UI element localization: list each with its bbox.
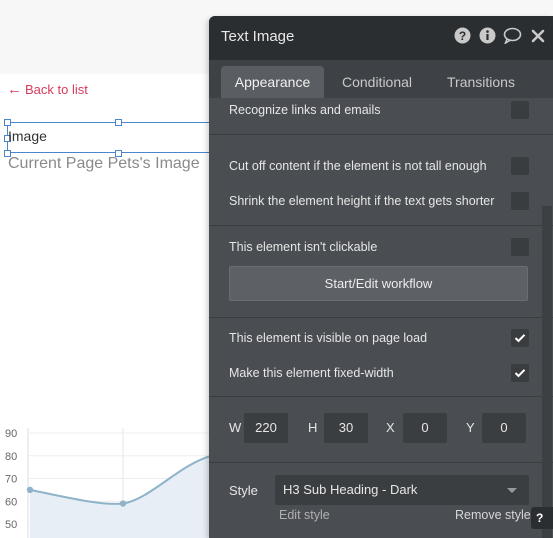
y-label: Y bbox=[466, 420, 475, 435]
option-label: Make this element fixed-width bbox=[229, 366, 394, 380]
x-input[interactable]: 0 bbox=[403, 413, 447, 443]
comment-icon[interactable] bbox=[503, 26, 522, 45]
svg-text:?: ? bbox=[459, 29, 466, 43]
panel-scrollbar[interactable] bbox=[542, 206, 552, 538]
remove-style-link[interactable]: Remove style bbox=[455, 508, 531, 522]
y-tick-label: 50 bbox=[5, 519, 17, 531]
style-selected-value: H3 Sub Heading - Dark bbox=[283, 482, 418, 497]
y-input[interactable]: 0 bbox=[482, 413, 526, 443]
y-tick-label: 70 bbox=[5, 474, 17, 486]
panel-header: Text Image ? bbox=[209, 16, 553, 60]
option-visible-on-load: This element is visible on page load bbox=[229, 328, 529, 348]
option-label: This element isn't clickable bbox=[229, 240, 378, 254]
width-label: W bbox=[229, 420, 242, 435]
option-cut-off: Cut off content if the element is not ta… bbox=[229, 156, 529, 176]
option-label: This element is visible on page load bbox=[229, 331, 428, 345]
edit-style-link[interactable]: Edit style bbox=[279, 508, 330, 522]
option-recognize-links: Recognize links and emails bbox=[229, 100, 529, 120]
panel-tabs: Appearance Conditional Transitions bbox=[209, 60, 553, 98]
not-clickable-checkbox[interactable] bbox=[511, 238, 529, 256]
editor-canvas: ← Back to list Image Current Page Pets's… bbox=[0, 0, 553, 538]
option-shrink: Shrink the element height if the text ge… bbox=[229, 191, 529, 211]
close-icon[interactable] bbox=[528, 26, 547, 45]
dimension-fields: W 220 H 30 X 0 Y 0 bbox=[229, 413, 529, 443]
width-input[interactable]: 220 bbox=[244, 413, 288, 443]
resize-handle-top-left[interactable] bbox=[4, 119, 11, 126]
panel-title: Text Image bbox=[221, 28, 295, 45]
line-chart: 90 80 70 60 50 bbox=[5, 428, 215, 538]
element-label: Image bbox=[8, 128, 47, 144]
option-label: Shrink the element height if the text ge… bbox=[229, 194, 495, 208]
section-divider bbox=[209, 396, 553, 397]
visible-on-load-checkbox[interactable] bbox=[511, 329, 529, 347]
tab-transitions[interactable]: Transitions bbox=[434, 66, 528, 98]
recognize-links-checkbox[interactable] bbox=[511, 101, 529, 119]
checkmark-icon bbox=[514, 334, 526, 343]
checkmark-icon bbox=[514, 369, 526, 378]
section-divider bbox=[209, 462, 553, 463]
section-divider bbox=[209, 317, 553, 318]
element-caption: Current Page Pets's Image bbox=[8, 155, 200, 172]
fixed-width-checkbox[interactable] bbox=[511, 364, 529, 382]
y-tick-label: 80 bbox=[5, 451, 17, 463]
appearance-content: Recognize links and emails Cut off conte… bbox=[209, 98, 553, 538]
chevron-down-icon bbox=[507, 488, 517, 493]
option-label: Recognize links and emails bbox=[229, 103, 381, 117]
x-label: X bbox=[386, 420, 395, 435]
info-icon[interactable] bbox=[478, 26, 497, 45]
help-icon[interactable]: ? bbox=[453, 26, 472, 45]
option-label: Cut off content if the element is not ta… bbox=[229, 159, 487, 173]
tab-conditional[interactable]: Conditional bbox=[331, 66, 423, 98]
y-tick-label: 60 bbox=[5, 496, 17, 508]
cut-off-checkbox[interactable] bbox=[511, 157, 529, 175]
back-to-list-link[interactable]: ← Back to list bbox=[7, 80, 88, 98]
help-button[interactable]: ? bbox=[531, 507, 553, 529]
shrink-checkbox[interactable] bbox=[511, 192, 529, 210]
y-tick-label: 90 bbox=[5, 428, 17, 440]
height-input[interactable]: 30 bbox=[324, 413, 368, 443]
option-not-clickable: This element isn't clickable bbox=[229, 237, 529, 257]
data-point bbox=[26, 486, 34, 494]
section-divider bbox=[209, 225, 553, 226]
start-edit-workflow-button[interactable]: Start/Edit workflow bbox=[229, 266, 528, 301]
style-label: Style bbox=[229, 483, 258, 498]
arrow-left-icon: ← bbox=[7, 80, 22, 98]
back-link-label: Back to list bbox=[25, 82, 88, 97]
height-label: H bbox=[308, 420, 318, 435]
section-divider bbox=[209, 134, 553, 135]
property-editor-panel: Text Image ? Appearance Conditional Tran… bbox=[209, 16, 553, 538]
data-point bbox=[119, 500, 127, 507]
resize-handle-top[interactable] bbox=[115, 119, 122, 126]
style-dropdown[interactable]: H3 Sub Heading - Dark bbox=[275, 475, 529, 505]
tab-appearance[interactable]: Appearance bbox=[221, 66, 324, 98]
option-fixed-width: Make this element fixed-width bbox=[229, 363, 529, 383]
